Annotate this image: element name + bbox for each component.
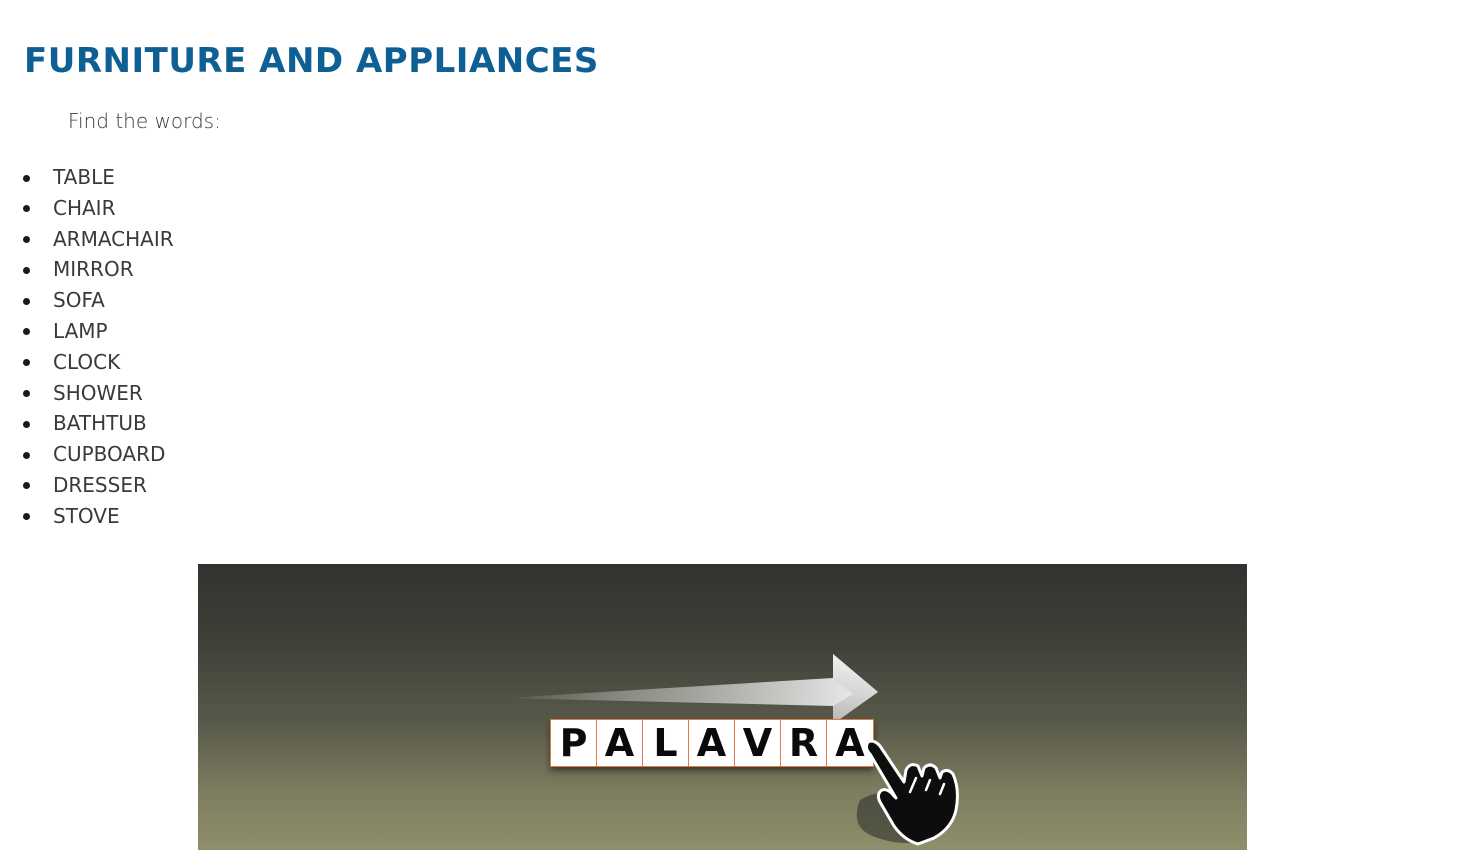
list-item: CLOCK	[0, 347, 174, 378]
list-item: SOFA	[0, 285, 174, 316]
word-label: CUPBOARD	[53, 442, 166, 467]
bullet-icon	[23, 266, 30, 274]
letter-tile: A	[597, 720, 643, 766]
list-item: CUPBOARD	[0, 439, 174, 470]
letter-tile: V	[735, 720, 781, 766]
list-item: STOVE	[0, 501, 174, 532]
list-item: BATHTUB	[0, 408, 174, 439]
list-item: ARMACHAIR	[0, 224, 174, 255]
word-label: STOVE	[53, 503, 120, 528]
bullet-icon	[23, 451, 30, 459]
bullet-icon	[23, 328, 30, 336]
word-label: BATHTUB	[53, 411, 147, 436]
pointing-hand-icon	[856, 740, 959, 846]
list-item: CHAIR	[0, 193, 174, 224]
game-banner[interactable]: P A L A V R A	[198, 564, 1247, 850]
bullet-icon	[23, 174, 30, 182]
word-list: TABLE CHAIR ARMACHAIR MIRROR SOFA LAMP C…	[0, 162, 174, 532]
word-label: ARMACHAIR	[53, 226, 174, 251]
bullet-icon	[23, 297, 30, 305]
word-tiles: P A L A V R A	[550, 719, 874, 767]
word-label: DRESSER	[53, 472, 147, 497]
bullet-icon	[23, 390, 30, 398]
list-item: LAMP	[0, 316, 174, 347]
letter-tile: P	[551, 720, 597, 766]
bullet-icon	[23, 359, 30, 367]
letter-tile: R	[781, 720, 827, 766]
list-item: TABLE	[0, 162, 174, 193]
word-label: CLOCK	[53, 349, 121, 374]
list-item: MIRROR	[0, 254, 174, 285]
bullet-icon	[23, 513, 30, 521]
letter-tile: A	[689, 720, 735, 766]
bullet-icon	[23, 420, 30, 428]
letter-tile: L	[643, 720, 689, 766]
word-label: LAMP	[53, 318, 108, 343]
page-title: FURNITURE AND APPLIANCES	[24, 41, 599, 81]
word-label: TABLE	[53, 165, 115, 189]
word-label: CHAIR	[53, 195, 116, 220]
list-item: DRESSER	[0, 470, 174, 501]
bullet-icon	[23, 482, 30, 490]
instructions-text: Find the words:	[68, 109, 221, 133]
word-label: SHOWER	[53, 380, 143, 405]
bullet-icon	[23, 236, 30, 244]
word-label: MIRROR	[53, 257, 134, 282]
arrow-icon	[503, 654, 878, 724]
list-item: SHOWER	[0, 378, 174, 409]
bullet-icon	[23, 205, 30, 213]
word-label: SOFA	[53, 288, 105, 313]
